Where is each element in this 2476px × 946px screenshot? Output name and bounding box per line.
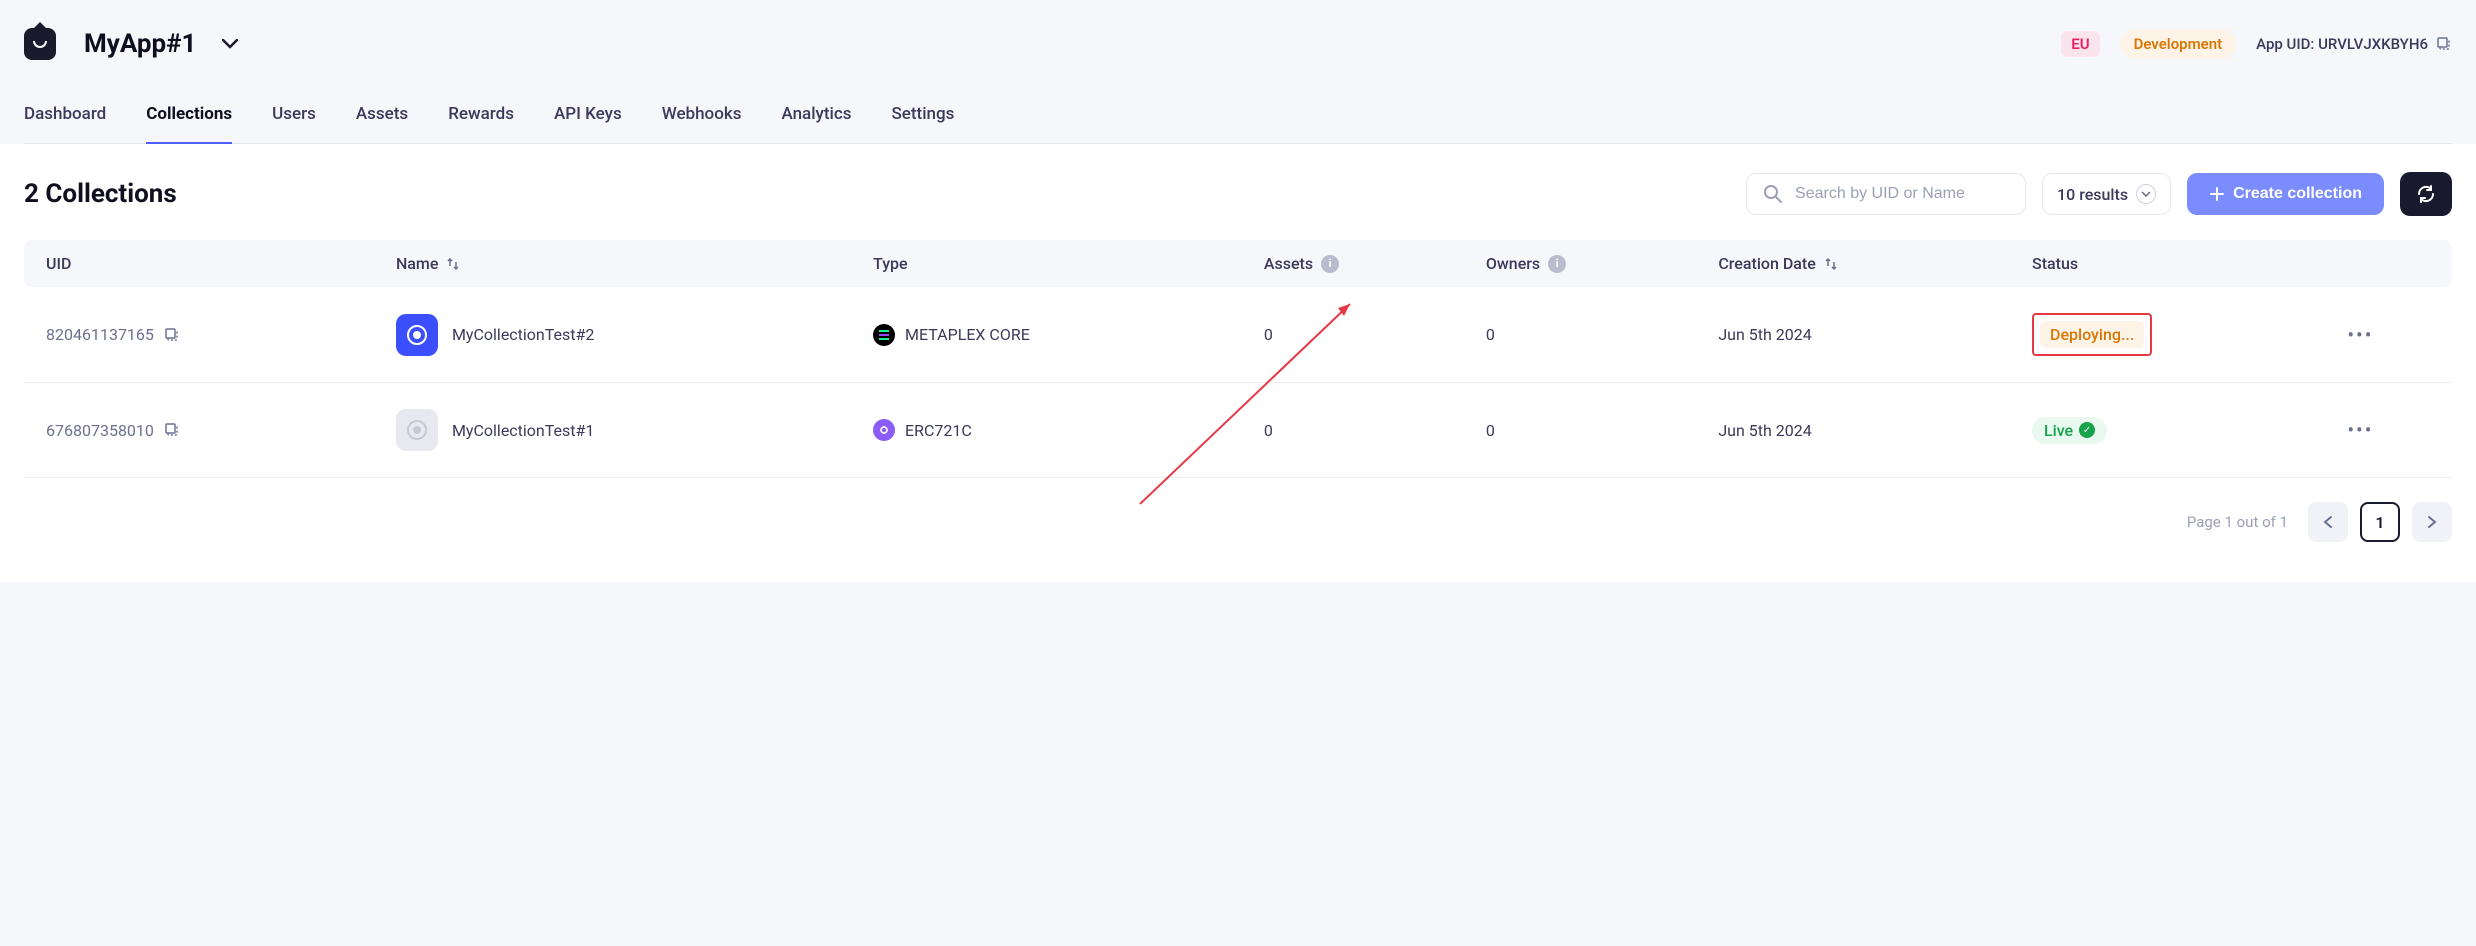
copy-icon[interactable]	[164, 327, 180, 343]
tab-dashboard[interactable]: Dashboard	[24, 100, 106, 143]
annotation-highlight: Deploying...	[2032, 313, 2152, 356]
create-button-label: Create collection	[2233, 185, 2362, 203]
sort-icon	[446, 257, 460, 271]
chevron-down-icon	[2136, 184, 2156, 204]
header-left: MyApp#1	[24, 28, 238, 60]
tab-webhooks[interactable]: Webhooks	[662, 100, 742, 143]
chevron-down-icon	[222, 39, 238, 49]
owners-value: 0	[1486, 421, 1495, 440]
collection-name: MyCollectionTest#1	[452, 421, 594, 440]
col-assets: Assets i	[1248, 240, 1470, 287]
refresh-button[interactable]	[2400, 172, 2452, 216]
next-page-button[interactable]	[2412, 502, 2452, 542]
app-selector[interactable]: MyApp#1	[84, 29, 238, 59]
prev-page-button[interactable]	[2308, 502, 2348, 542]
collection-name: MyCollectionTest#2	[452, 325, 594, 344]
tab-analytics[interactable]: Analytics	[781, 100, 851, 143]
date-value: Jun 5th 2024	[1718, 421, 1811, 440]
table-row[interactable]: 820461137165 MyCollectionTest#2	[24, 287, 2452, 383]
tab-users[interactable]: Users	[272, 100, 316, 143]
col-actions	[2331, 240, 2452, 287]
pagination: Page 1 out of 1 1	[24, 502, 2452, 542]
collections-table: UID Name Type Assets i	[24, 240, 2452, 478]
copy-icon[interactable]	[2436, 36, 2452, 52]
region-badge: EU	[2061, 31, 2099, 57]
header-top: MyApp#1 EU Development App UID: URVLVJXK…	[24, 28, 2452, 60]
uid-value: 820461137165	[46, 325, 154, 344]
create-collection-button[interactable]: Create collection	[2187, 173, 2384, 215]
results-select[interactable]: 10 results	[2042, 173, 2171, 215]
col-creation-date[interactable]: Creation Date	[1702, 240, 2016, 287]
search-input[interactable]	[1795, 185, 2009, 203]
collection-icon	[396, 314, 438, 356]
sort-icon	[1824, 257, 1838, 271]
chain-icon	[873, 324, 895, 346]
app-name: MyApp#1	[84, 29, 196, 59]
search-box[interactable]	[1746, 173, 2026, 215]
info-icon[interactable]: i	[1548, 255, 1566, 273]
table-row[interactable]: 676807358010 MyCollectionTest#1	[24, 383, 2452, 478]
app-logo-icon	[24, 28, 56, 60]
more-actions-button[interactable]: •••	[2347, 418, 2373, 442]
date-value: Jun 5th 2024	[1718, 325, 1811, 344]
type-value: METAPLEX CORE	[905, 325, 1030, 344]
content-header: 2 Collections 10 results Create collecti…	[24, 172, 2452, 216]
content-actions: 10 results Create collection	[1746, 172, 2452, 216]
page-info: Page 1 out of 1	[2187, 513, 2288, 531]
collection-icon	[396, 409, 438, 451]
type-value: ERC721C	[905, 421, 972, 440]
environment-badge: Development	[2120, 29, 2237, 59]
tab-collections[interactable]: Collections	[146, 100, 232, 145]
col-uid: UID	[24, 240, 380, 287]
header-right: EU Development App UID: URVLVJXKBYH6	[2061, 29, 2452, 59]
refresh-icon	[2416, 184, 2436, 204]
chain-icon	[873, 419, 895, 441]
tab-rewards[interactable]: Rewards	[448, 100, 514, 143]
info-icon[interactable]: i	[1321, 255, 1339, 273]
page-number[interactable]: 1	[2360, 502, 2400, 542]
results-select-label: 10 results	[2057, 185, 2128, 204]
tab-assets[interactable]: Assets	[356, 100, 408, 143]
owners-value: 0	[1486, 325, 1495, 344]
app-uid: App UID: URVLVJXKBYH6	[2256, 35, 2452, 53]
col-name[interactable]: Name	[380, 240, 857, 287]
page-title: 2 Collections	[24, 179, 177, 209]
assets-value: 0	[1264, 325, 1273, 344]
copy-icon[interactable]	[164, 422, 180, 438]
status-badge: Deploying...	[2040, 321, 2144, 348]
uid-value: 676807358010	[46, 421, 154, 440]
tab-api-keys[interactable]: API Keys	[554, 100, 622, 143]
check-icon: ✓	[2079, 422, 2095, 438]
tabs: Dashboard Collections Users Assets Rewar…	[24, 100, 2452, 144]
more-actions-button[interactable]: •••	[2347, 323, 2373, 347]
col-type: Type	[857, 240, 1248, 287]
assets-value: 0	[1264, 421, 1273, 440]
plus-icon	[2209, 186, 2225, 202]
col-owners: Owners i	[1470, 240, 1702, 287]
content: 2 Collections 10 results Create collecti…	[0, 144, 2476, 582]
col-status: Status	[2016, 240, 2331, 287]
status-badge: Live ✓	[2032, 417, 2107, 444]
app-uid-text: App UID: URVLVJXKBYH6	[2256, 35, 2428, 53]
tab-settings[interactable]: Settings	[892, 100, 955, 143]
search-icon	[1763, 184, 1783, 204]
header: MyApp#1 EU Development App UID: URVLVJXK…	[0, 0, 2476, 144]
